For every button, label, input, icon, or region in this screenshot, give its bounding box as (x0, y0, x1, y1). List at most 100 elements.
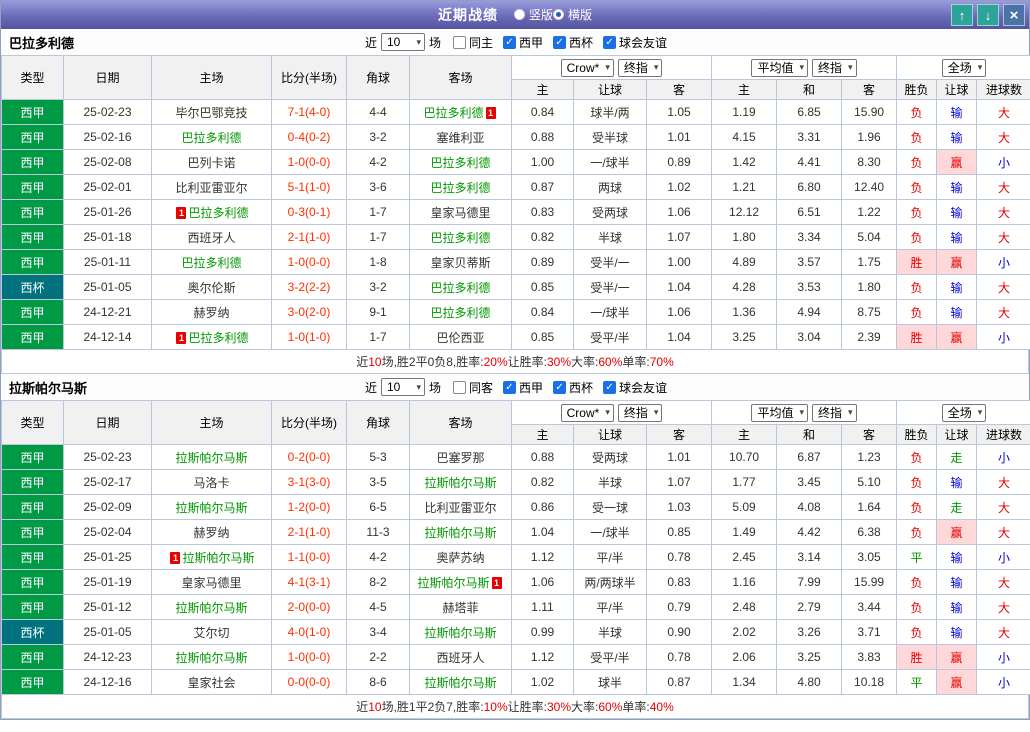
filter-checkbox[interactable]: 同主 (452, 34, 493, 51)
avg-home-cell: 3.25 (711, 324, 778, 350)
header-select-group: 平均值 ▾ 终指 ▾ (711, 400, 898, 425)
result-outcome-cell: 胜 (896, 249, 938, 275)
filter-checkbox[interactable]: 同客 (452, 379, 493, 396)
radio-horizontal-layout[interactable]: 横版 (553, 6, 592, 23)
header-select[interactable]: 平均值 ▾ (751, 403, 809, 422)
odds-handicap-cell: 一/球半 (573, 519, 647, 545)
result-handicap-cell: 赢 (936, 324, 978, 350)
result-goals-cell: 大 (976, 274, 1030, 300)
date-cell: 25-01-18 (63, 224, 152, 250)
header-select-value: 全场 (947, 406, 972, 420)
odds-handicap-cell: 半球 (573, 224, 647, 250)
header-select[interactable]: 终指 ▾ (617, 58, 663, 77)
table-row: 西甲 25-02-17 马洛卡 3-1(3-0) 3-5 拉斯帕尔马斯 0.82 半球 1.07… (1, 469, 1030, 495)
header-select-value: Crow* (566, 60, 600, 75)
header-select[interactable]: 终指 ▾ (812, 58, 857, 77)
result-handicap-cell: 输 (936, 174, 978, 200)
filter-checkbox[interactable]: ✓ 西甲 (503, 34, 543, 51)
column-header: 角球 (346, 55, 410, 100)
recent-count-select-value: 10 (386, 35, 401, 49)
header-select[interactable]: 全场 ▾ (941, 58, 987, 77)
result-goals-cell: 小 (976, 249, 1030, 275)
score-cell: 2-1(1-0) (271, 224, 347, 250)
result-handicap-cell: 赢 (936, 249, 978, 275)
odds-home-cell: 1.12 (511, 544, 574, 570)
summary-text: 近 (356, 355, 369, 369)
avg-away-cell: 15.90 (841, 99, 898, 125)
avg-home-cell: 1.21 (711, 174, 778, 200)
odds-away-cell: 1.02 (645, 174, 713, 200)
team-name-text: 巴拉多利德 (430, 230, 491, 245)
radio-unselected-icon (513, 8, 525, 20)
summary-text: 场,胜1平2负7, (381, 700, 457, 714)
scroll-up-button[interactable]: ↑ (951, 4, 973, 26)
filter-checkbox[interactable]: ✓ 球会友谊 (603, 34, 667, 51)
avg-draw-cell: 7.99 (776, 569, 843, 595)
corners-cell: 4-5 (346, 594, 410, 620)
odds-handicap-cell: 半球 (573, 469, 647, 495)
column-header: 客场 (409, 55, 512, 100)
result-outcome-cell: 负 (896, 619, 938, 645)
chevron-down-icon: ▾ (977, 407, 983, 417)
date-cell: 25-02-16 (63, 124, 152, 150)
header-select[interactable]: 全场 ▾ (941, 403, 987, 422)
odds-away-cell: 1.01 (645, 444, 713, 470)
corners-cell: 3-4 (346, 619, 410, 645)
checkbox-label: 同主 (468, 35, 493, 50)
chevron-down-icon: ▾ (416, 381, 421, 392)
column-subheader: 主 (711, 79, 778, 100)
odds-home-cell: 0.87 (511, 174, 574, 200)
header-select[interactable]: Crow* ▾ (560, 58, 614, 77)
league-cell: 西甲 (1, 174, 64, 200)
result-outcome-cell: 平 (896, 544, 938, 570)
avg-draw-cell: 3.14 (776, 544, 843, 570)
result-goals-cell: 大 (976, 99, 1030, 125)
date-cell: 25-01-05 (63, 274, 152, 300)
home-team-cell: 比利亚雷亚尔 (151, 174, 272, 200)
result-outcome-cell: 平 (896, 669, 938, 695)
close-button[interactable]: × (1003, 4, 1025, 26)
result-handicap-cell: 输 (936, 224, 978, 250)
recent-label: 近 (364, 380, 377, 395)
column-subheader: 让球 (573, 424, 647, 445)
header-select[interactable]: Crow* ▾ (560, 403, 614, 422)
table-row: 西甲 25-01-19 皇家马德里 4-1(3-1) 8-2 拉斯帕尔马斯 1 1.06 两/两… (1, 569, 1030, 595)
home-team-cell: 毕尔巴鄂竞技 (151, 99, 272, 125)
header-select[interactable]: 终指 ▾ (812, 403, 857, 422)
header-select-value: 终指 (818, 61, 843, 75)
header-select[interactable]: 平均值 ▾ (751, 58, 809, 77)
scroll-down-button[interactable]: ↓ (977, 4, 999, 26)
score-cell: 1-2(0-0) (271, 494, 347, 520)
recent-count-select[interactable]: 10 ▾ (380, 378, 425, 396)
result-outcome-cell: 负 (896, 124, 938, 150)
checkbox-checked-icon: ✓ (553, 35, 567, 49)
panel-title: 近期战绩 (437, 7, 498, 23)
summary-text: 近 (356, 700, 369, 714)
radio-vertical-layout[interactable]: 竖版 (513, 6, 553, 23)
header-select-value: 终指 (623, 406, 648, 420)
filter-checkbox[interactable]: ✓ 西甲 (503, 379, 543, 396)
team-name-text: 马洛卡 (193, 475, 230, 490)
table-row: 西甲 25-01-18 西班牙人 2-1(1-0) 1-7 巴拉多利德 0.82 半球 1.07… (1, 224, 1030, 250)
header-select[interactable]: 终指 ▾ (617, 403, 663, 422)
odds-home-cell: 1.00 (511, 149, 574, 175)
avg-home-cell: 2.06 (711, 644, 778, 670)
result-outcome-cell: 负 (896, 299, 938, 325)
filter-checkbox[interactable]: ✓ 球会友谊 (603, 379, 667, 396)
away-team-cell: 皇家马德里 (409, 199, 512, 225)
odds-handicap-cell: 受两球 (573, 444, 647, 470)
recent-count-select-value: 10 (386, 380, 401, 394)
result-outcome-cell: 负 (896, 224, 938, 250)
score-cell: 4-0(1-0) (271, 619, 347, 645)
column-header: 客场 (409, 400, 512, 445)
table-row: 西甲 25-02-01 比利亚雷亚尔 5-1(1-0) 3-6 巴拉多利德 0.87 两球 1.… (1, 174, 1030, 200)
section-header: 拉斯帕尔马斯 近 10 ▾ 场同客 ✓ 西甲 ✓ 西杯 ✓ 球会友谊 (1, 374, 1029, 400)
odds-away-cell: 0.85 (645, 519, 713, 545)
filter-checkbox[interactable]: ✓ 西杯 (553, 34, 593, 51)
avg-draw-cell: 3.53 (776, 274, 843, 300)
result-handicap-cell: 赢 (936, 519, 978, 545)
filter-checkbox[interactable]: ✓ 西杯 (553, 379, 593, 396)
result-handicap-cell: 输 (936, 569, 978, 595)
league-cell: 西甲 (1, 594, 64, 620)
recent-count-select[interactable]: 10 ▾ (380, 33, 425, 51)
